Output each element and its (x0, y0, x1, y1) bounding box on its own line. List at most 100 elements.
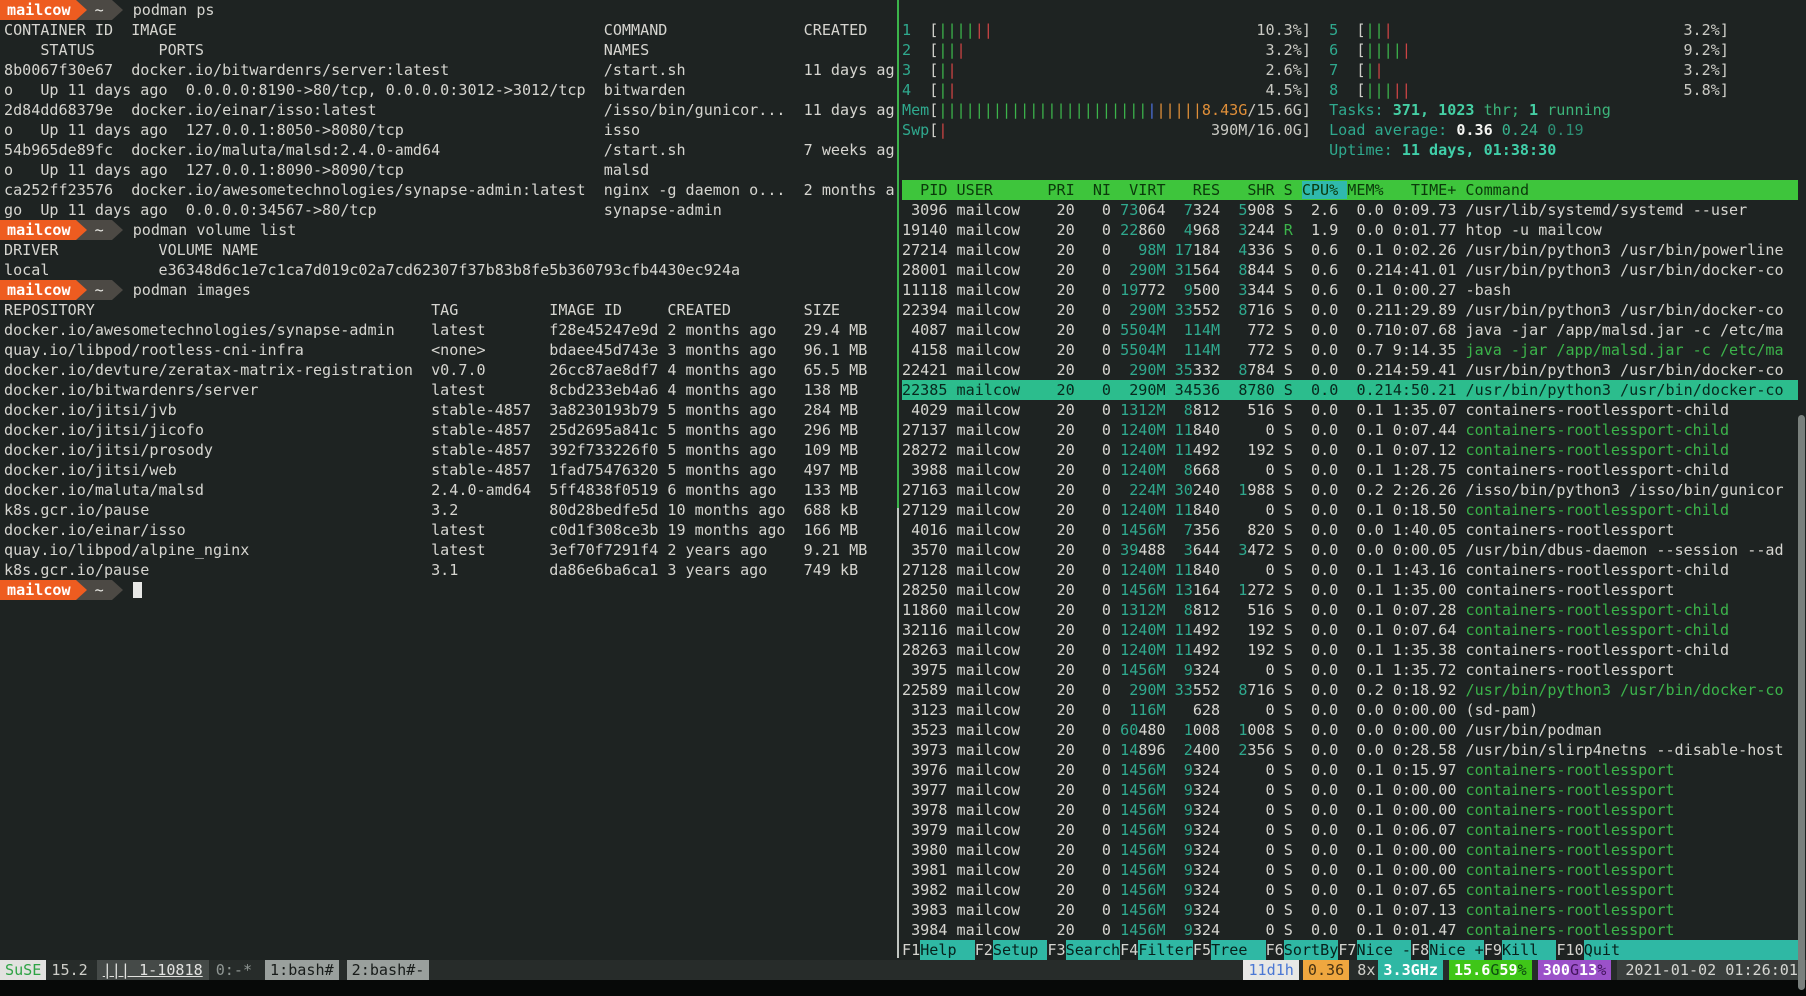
fkey-kill[interactable]: F9Kill (1484, 940, 1557, 960)
fkey-nice-[interactable]: F7Nice - (1338, 940, 1411, 960)
process-row[interactable]: 3977 mailcow 20 0 1456M 9324 0 S 0.0 0.1… (902, 780, 1798, 800)
mem-value-suffix: 968 (1193, 221, 1220, 239)
process-row[interactable]: 11118 mailcow 20 0 19772 9500 3344 S 0.6… (902, 280, 1798, 300)
process-row[interactable]: 28272 mailcow 20 0 1240M 11492 192 S 0.0… (902, 440, 1798, 460)
meter-bar-area: |||||5.8% (1365, 80, 1719, 100)
powerline-arrow-icon (76, 0, 87, 20)
cpu-meter-8: 8 [|||||5.8%] (1329, 80, 1729, 100)
fkey-search[interactable]: F3Search (1047, 940, 1120, 960)
status-right-group: 11d1h0.368x3.3GHz15.6G59%300G13%2021-01-… (1237, 960, 1806, 980)
gap (1275, 421, 1284, 439)
status-segment-left-4[interactable]: 1:bash# (265, 960, 339, 980)
process-row[interactable]: 19140 mailcow 20 0 22860 4968 3244 R 1.9… (902, 220, 1798, 240)
process-row[interactable]: 3983 mailcow 20 0 1456M 9324 0 S 0.0 0.1… (902, 900, 1798, 920)
process-row[interactable]: 22421 mailcow 20 0 290M 35332 8784 S 0.0… (902, 360, 1798, 380)
mem-value: 1456M (1120, 761, 1165, 779)
fkey-sortby[interactable]: F6SortBy (1266, 940, 1339, 960)
fkey-filter[interactable]: F4Filter (1120, 940, 1193, 960)
segment-part: 15.6 (1454, 960, 1490, 980)
mem-value-prefix: 11 (1175, 621, 1193, 639)
meter-bars: ||||||||||||||||||||||| (938, 100, 1147, 120)
htop-pane[interactable]: 1 [||||||10.3%]5 [|||3.2%]2 [|||3.2%]6 [… (902, 0, 1798, 960)
pad (1220, 301, 1238, 319)
process-row[interactable]: 3980 mailcow 20 0 1456M 9324 0 S 0.0 0.1… (902, 840, 1798, 860)
process-row[interactable]: 27128 mailcow 20 0 1240M 11840 0 S 0.0 0… (902, 560, 1798, 580)
swap-meter-label: Swp (902, 120, 929, 140)
process-row[interactable]: 22385 mailcow 20 0 290M 34536 8780 S 0.0… (902, 380, 1798, 400)
process-row[interactable]: 3982 mailcow 20 0 1456M 9324 0 S 0.0 0.1… (902, 880, 1798, 900)
process-cpu-percent: 0.0 (1293, 621, 1338, 639)
process-nice: 0 (1075, 321, 1111, 339)
process-row[interactable]: 4158 mailcow 20 0 5504M 114M 772 S 0.0 0… (902, 340, 1798, 360)
mem-value-prefix: 9 (1184, 761, 1193, 779)
mem-value-suffix: 472 (1247, 541, 1274, 559)
process-user: mailcow (957, 321, 1048, 339)
shell-pane[interactable]: mailcow~podman psCONTAINER ID IMAGE COMM… (0, 0, 896, 960)
meter-bars: |||| (1365, 40, 1401, 60)
process-mem-percent: 0.0 (1338, 701, 1383, 719)
process-row[interactable]: 28250 mailcow 20 0 1456M 13164 1272 S 0.… (902, 580, 1798, 600)
process-row[interactable]: 22589 mailcow 20 0 290M 33552 8716 S 0.0… (902, 680, 1798, 700)
process-row[interactable]: 11860 mailcow 20 0 1312M 8812 516 S 0.0 … (902, 600, 1798, 620)
process-user: mailcow (957, 501, 1048, 519)
mem-value-suffix: 324 (1193, 761, 1220, 779)
terminal-output-line: 54b965de89fc docker.io/maluta/malsd:2.4.… (4, 140, 896, 160)
fkey-tree[interactable]: F5Tree (1193, 940, 1266, 960)
process-row[interactable]: 3570 mailcow 20 0 39488 3644 3472 S 0.0 … (902, 540, 1798, 560)
mem-value-prefix: 34 (1175, 381, 1193, 399)
threads-count: 1023 (1438, 101, 1483, 119)
gap (1275, 881, 1284, 899)
fkey-nice-[interactable]: F8Nice + (1411, 940, 1484, 960)
process-row[interactable]: 27163 mailcow 20 0 224M 30240 1988 S 0.0… (902, 480, 1798, 500)
mem-value-prefix: 9 (1184, 781, 1193, 799)
fkey-setup[interactable]: F2Setup (975, 940, 1048, 960)
process-row[interactable]: 3988 mailcow 20 0 1240M 8668 0 S 0.0 0.1… (902, 460, 1798, 480)
process-row[interactable]: 27129 mailcow 20 0 1240M 11840 0 S 0.0 0… (902, 500, 1798, 520)
mem-value-suffix: 644 (1193, 541, 1220, 559)
process-time: 0:09.73 (1384, 201, 1466, 219)
process-row[interactable]: 32116 mailcow 20 0 1240M 11492 192 S 0.0… (902, 620, 1798, 640)
prompt-cwd-segment: ~ (87, 220, 112, 240)
gap (1275, 821, 1284, 839)
pad (1220, 481, 1238, 499)
meter-bars: | (938, 120, 947, 140)
process-row[interactable]: 3123 mailcow 20 0 116M 628 0 S 0.0 0.0 0… (902, 700, 1798, 720)
process-row[interactable]: 4087 mailcow 20 0 5504M 114M 772 S 0.0 0… (902, 320, 1798, 340)
fkey-quit[interactable]: F10Quit (1556, 940, 1638, 960)
process-user: mailcow (957, 521, 1048, 539)
process-row[interactable]: 3973 mailcow 20 0 14896 2400 2356 S 0.0 … (902, 740, 1798, 760)
pad (1111, 621, 1120, 639)
process-row[interactable]: 3975 mailcow 20 0 1456M 9324 0 S 0.0 0.1… (902, 660, 1798, 680)
process-row[interactable]: 28263 mailcow 20 0 1240M 11492 192 S 0.0… (902, 640, 1798, 660)
scrollbar-thumb[interactable] (1798, 415, 1805, 990)
process-row[interactable]: 27214 mailcow 20 0 98M 17184 4336 S 0.6 … (902, 240, 1798, 260)
process-row[interactable]: 4016 mailcow 20 0 1456M 7356 820 S 0.0 0… (902, 520, 1798, 540)
process-state: S (1284, 461, 1293, 479)
mem-value-suffix: 324 (1193, 661, 1220, 679)
process-cpu-percent: 0.0 (1293, 681, 1338, 699)
status-segment-left-5[interactable]: 2:bash#- (347, 960, 430, 980)
process-row[interactable]: 28001 mailcow 20 0 290M 31564 8844 S 0.6… (902, 260, 1798, 280)
process-row[interactable]: 3976 mailcow 20 0 1456M 9324 0 S 0.0 0.1… (902, 760, 1798, 780)
process-row[interactable]: 3984 mailcow 20 0 1456M 9324 0 S 0.0 0.1… (902, 920, 1798, 940)
process-row[interactable]: 3978 mailcow 20 0 1456M 9324 0 S 0.0 0.1… (902, 800, 1798, 820)
mem-value-suffix: 840 (1193, 501, 1220, 519)
mem-value: 516 (1247, 601, 1274, 619)
text-cursor[interactable] (133, 582, 142, 598)
process-user: mailcow (957, 261, 1048, 279)
gap (1275, 201, 1284, 219)
process-row[interactable]: 3979 mailcow 20 0 1456M 9324 0 S 0.0 0.1… (902, 820, 1798, 840)
process-row[interactable]: 3096 mailcow 20 0 73064 7324 5908 S 2.6 … (902, 200, 1798, 220)
process-mem-percent: 0.1 (1338, 881, 1383, 899)
process-row[interactable]: 27137 mailcow 20 0 1240M 11840 0 S 0.0 0… (902, 420, 1798, 440)
process-table-header: PID USER PRI NI VIRT RES SHR S CPU% MEM%… (902, 180, 1798, 200)
process-row[interactable]: 3981 mailcow 20 0 1456M 9324 0 S 0.0 0.1… (902, 860, 1798, 880)
process-row[interactable]: 3523 mailcow 20 0 60480 1008 1008 S 0.0 … (902, 720, 1798, 740)
fkey-label: Kill (1502, 940, 1557, 960)
fkey-help[interactable]: F1Help (902, 940, 975, 960)
process-command: containers-rootlessport-child (1466, 501, 1730, 519)
mem-value-prefix: 35 (1175, 361, 1193, 379)
mem-value: 1312M (1120, 601, 1165, 619)
process-row[interactable]: 22394 mailcow 20 0 290M 33552 8716 S 0.0… (902, 300, 1798, 320)
process-row[interactable]: 4029 mailcow 20 0 1312M 8812 516 S 0.0 0… (902, 400, 1798, 420)
